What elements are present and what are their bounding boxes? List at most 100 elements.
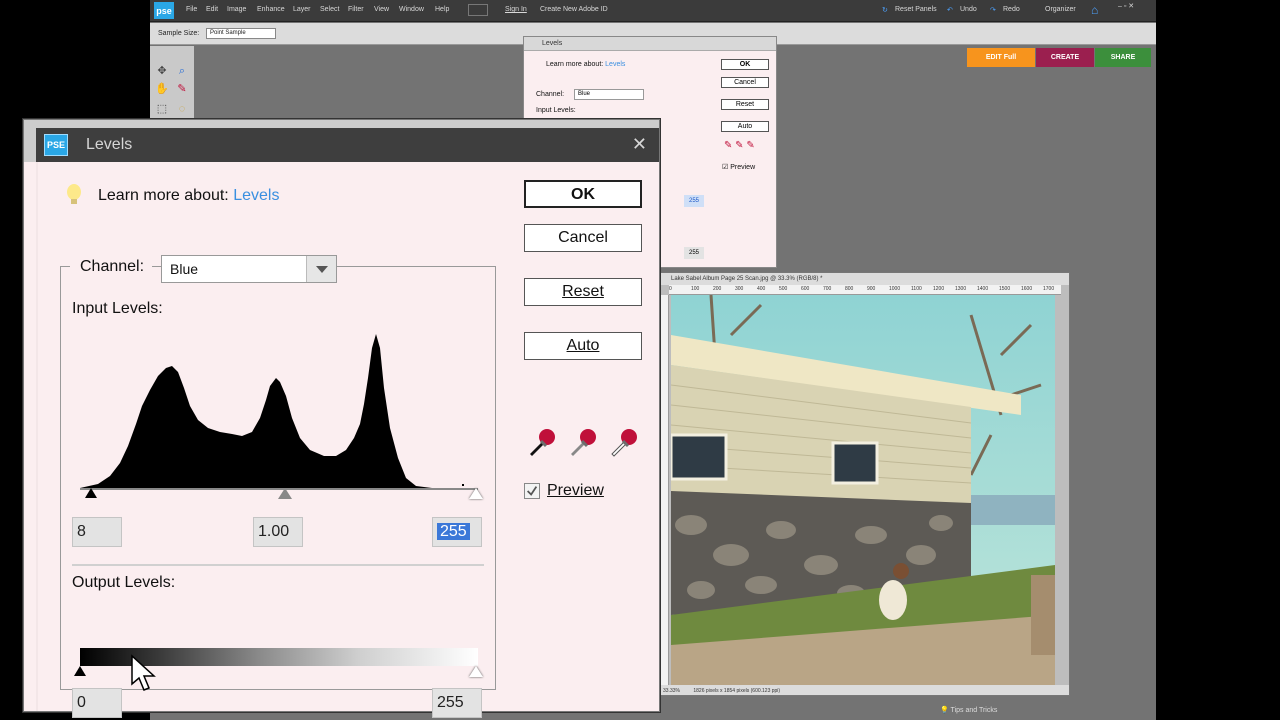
levels-dialog: PSE Levels ✕ Learn more about: Levels Ch… — [23, 119, 660, 718]
undo-button[interactable]: Undo — [960, 6, 977, 13]
chevron-down-icon[interactable] — [306, 256, 336, 282]
window-controls[interactable]: – ▫ ✕ — [1118, 2, 1134, 10]
gray-eyedropper-icon[interactable] — [565, 426, 599, 460]
undo-icon[interactable]: ↶ — [947, 6, 953, 14]
ruler-tick: 1100 — [911, 286, 922, 292]
bg-ok-button[interactable]: OK — [721, 59, 769, 70]
menu-window[interactable]: Window — [399, 6, 424, 13]
lasso-tool-icon[interactable]: ◌ — [174, 102, 190, 116]
ruler-tick: 300 — [735, 286, 744, 292]
vertical-ruler — [659, 295, 669, 687]
input-gamma-slider[interactable] — [278, 488, 292, 499]
bg-eyedroppers-icon[interactable]: ✎ ✎ ✎ — [724, 140, 755, 151]
output-black-field[interactable]: 0 — [72, 688, 122, 718]
bg-reset-button[interactable]: Reset — [721, 99, 769, 110]
move-tool-icon[interactable]: ✥ — [154, 64, 170, 78]
output-white-field[interactable]: 255 — [432, 688, 482, 718]
channel-select[interactable]: Blue — [161, 255, 337, 283]
dialog-title: Levels — [86, 136, 133, 153]
bg-channel-select[interactable]: Blue — [574, 89, 644, 100]
ruler-tick: 0 — [669, 286, 672, 292]
channel-label: Channel: — [70, 258, 153, 276]
arrange-icon[interactable] — [468, 4, 488, 16]
preview-checkbox[interactable] — [524, 483, 540, 499]
input-black-field[interactable]: 8 — [72, 517, 122, 547]
menu-file[interactable]: File — [186, 6, 197, 13]
output-levels-label: Output Levels: — [72, 574, 176, 591]
levels-divider — [72, 564, 484, 566]
input-white-field[interactable]: 255 — [432, 517, 482, 547]
bg-auto-button[interactable]: Auto — [721, 121, 769, 132]
sample-size-select[interactable]: Point Sample — [206, 28, 276, 39]
home-icon[interactable]: ⌂ — [1091, 3, 1098, 17]
photo-document-window[interactable]: Lake Sabel Album Page 25 Scan.jpg @ 33.3… — [658, 272, 1070, 696]
photo-canvas[interactable] — [671, 295, 1055, 685]
zoom-tool-icon[interactable]: ⌕ — [174, 64, 190, 78]
reset-panels-icon[interactable]: ↻ — [882, 6, 888, 14]
menu-help[interactable]: Help — [435, 6, 449, 13]
ruler-tick: 100 — [691, 286, 700, 292]
ruler-tick: 1400 — [977, 286, 989, 292]
input-white-slider[interactable] — [469, 488, 483, 499]
bg-input-levels-label: Input Levels: — [536, 107, 576, 114]
bg-output-white-field[interactable]: 255 — [684, 247, 704, 259]
levels-help-link[interactable]: Levels — [233, 187, 279, 204]
preview-label: Preview — [547, 482, 604, 499]
ruler-tick: 500 — [779, 286, 788, 292]
menu-filter[interactable]: Filter — [348, 6, 364, 13]
redo-icon[interactable]: ↷ — [990, 6, 996, 14]
input-gamma-field[interactable]: 1.00 — [253, 517, 303, 547]
input-white-value: 255 — [437, 523, 470, 540]
create-tab[interactable]: CREATE — [1036, 48, 1094, 67]
input-black-slider[interactable] — [85, 488, 97, 498]
edit-full-tab[interactable]: EDIT Full — [967, 48, 1035, 67]
ruler-tick: 1000 — [889, 286, 901, 292]
tips-and-tricks[interactable]: 💡 Tips and Tricks — [940, 706, 997, 714]
menu-view[interactable]: View — [374, 6, 389, 13]
reset-panels-button[interactable]: Reset Panels — [895, 6, 937, 13]
hand-tool-icon[interactable]: ✋ — [154, 82, 170, 96]
ruler-tick: 800 — [845, 286, 854, 292]
input-levels-label: Input Levels: — [72, 300, 163, 317]
redo-button[interactable]: Redo — [1003, 6, 1020, 13]
menu-bar: pse File Edit Image Enhance Layer Select… — [150, 0, 1156, 22]
menu-select[interactable]: Select — [320, 6, 339, 13]
bg-preview-checkbox[interactable]: ☑ Preview — [722, 163, 755, 171]
create-id-link[interactable]: Create New Adobe ID — [540, 6, 608, 13]
bg-cancel-button[interactable]: Cancel — [721, 77, 769, 88]
lightbulb-icon — [67, 184, 81, 204]
ruler-tick: 700 — [823, 286, 832, 292]
learn-more-text: Learn more about: Levels — [98, 187, 280, 204]
sign-in-link[interactable]: Sign In — [505, 6, 527, 13]
horizontal-ruler: 0 100 200 300 400 500 600 700 800 900 1000 1100 1200… — [669, 285, 1061, 295]
menu-edit[interactable]: Edit — [206, 6, 218, 13]
document-size-info: 1826 pixels x 1854 pixels (600.123 ppi) — [693, 688, 781, 694]
screen-border-right — [1158, 0, 1280, 720]
dialog-body: Learn more about: Levels Channel: Blue I… — [36, 162, 659, 718]
close-icon[interactable]: ✕ — [632, 134, 647, 155]
menu-layer[interactable]: Layer — [293, 6, 311, 13]
output-white-slider[interactable] — [469, 666, 483, 677]
menu-image[interactable]: Image — [227, 6, 246, 13]
eyedropper-tool-icon[interactable]: ✎ — [174, 82, 190, 96]
white-eyedropper-icon[interactable] — [606, 426, 640, 460]
sample-size-label: Sample Size: — [158, 30, 200, 37]
marquee-tool-icon[interactable]: ⬚ — [154, 102, 170, 116]
ok-button[interactable]: OK — [524, 180, 642, 208]
dialog-title-bar[interactable]: PSE Levels ✕ — [36, 128, 659, 162]
ruler-tick: 600 — [801, 286, 810, 292]
cancel-button[interactable]: Cancel — [524, 224, 642, 252]
output-black-slider[interactable] — [74, 666, 86, 676]
organizer-button[interactable]: Organizer — [1045, 6, 1076, 13]
black-eyedropper-icon[interactable] — [524, 426, 558, 460]
share-tab[interactable]: SHARE — [1095, 48, 1151, 67]
reset-button[interactable]: Reset — [524, 278, 642, 306]
toolbox: ✥ ⌕ ✋ ✎ ⬚ ◌ — [150, 46, 194, 126]
document-status-bar: 33.33% 1826 pixels x 1854 pixels (600.12… — [659, 685, 1069, 695]
zoom-level[interactable]: 33.33% — [663, 688, 680, 694]
bg-input-white-field[interactable]: 255 — [684, 195, 704, 207]
pse-logo: pse — [154, 2, 174, 19]
menu-enhance[interactable]: Enhance — [257, 6, 285, 13]
ruler-tick: 1300 — [955, 286, 967, 292]
auto-button[interactable]: Auto — [524, 332, 642, 360]
